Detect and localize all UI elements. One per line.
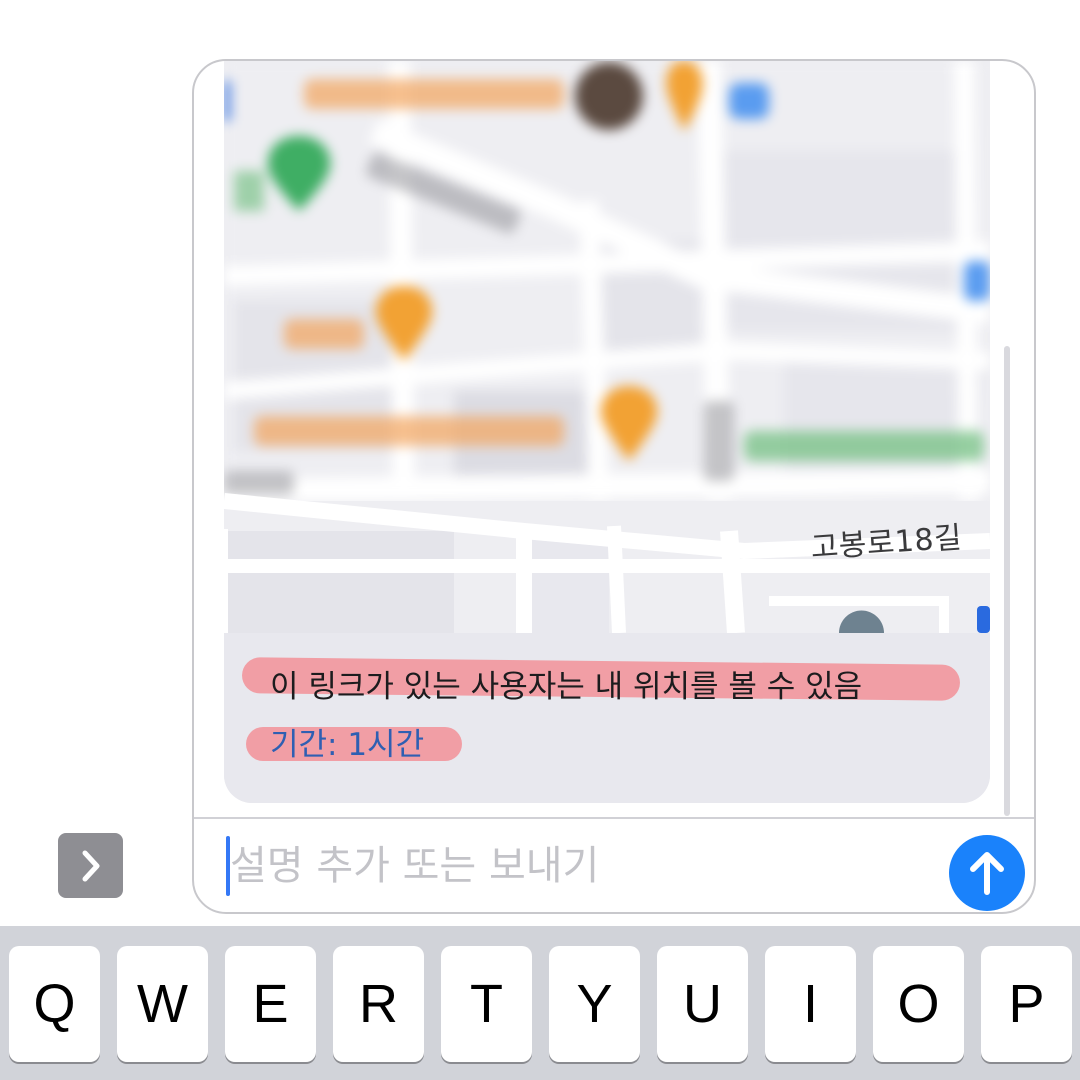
- key-r[interactable]: R: [333, 946, 424, 1062]
- compose-bubble: 고봉로18길 이 링크가 있는 사용자는 내 위치를 볼 수 있음 기간: 1시…: [192, 59, 1036, 914]
- message-input-row: [194, 819, 1034, 912]
- map-preview[interactable]: 고봉로18길: [224, 61, 990, 633]
- location-share-attachment[interactable]: 고봉로18길 이 링크가 있는 사용자는 내 위치를 볼 수 있음 기간: 1시…: [224, 61, 990, 803]
- chevron-right-icon: [82, 850, 99, 881]
- message-input[interactable]: [230, 831, 920, 901]
- share-description-text: 이 링크가 있는 사용자는 내 위치를 볼 수 있음: [270, 669, 863, 705]
- location-share-caption: 이 링크가 있는 사용자는 내 위치를 볼 수 있음 기간: 1시간: [224, 633, 990, 803]
- keyboard: Q W E R T Y U I O P: [0, 926, 1080, 1080]
- key-q[interactable]: Q: [9, 946, 100, 1062]
- key-i[interactable]: I: [765, 946, 856, 1062]
- send-button[interactable]: [949, 835, 1025, 911]
- expand-apps-button[interactable]: [58, 833, 123, 898]
- share-duration-text: 기간: 1시간: [270, 727, 425, 763]
- key-e[interactable]: E: [225, 946, 316, 1062]
- share-description: 이 링크가 있는 사용자는 내 위치를 볼 수 있음: [241, 657, 961, 706]
- compose-scrollbar[interactable]: [1004, 346, 1010, 816]
- key-y[interactable]: Y: [549, 946, 640, 1062]
- key-u[interactable]: U: [657, 946, 748, 1062]
- key-p[interactable]: P: [981, 946, 1072, 1062]
- arrow-up-icon: [970, 852, 1004, 895]
- imessage-compose-screen: 고봉로18길 이 링크가 있는 사용자는 내 위치를 볼 수 있음 기간: 1시…: [0, 0, 1080, 1080]
- key-t[interactable]: T: [441, 946, 532, 1062]
- share-duration: 기간: 1시간: [246, 719, 462, 764]
- key-w[interactable]: W: [117, 946, 208, 1062]
- key-o[interactable]: O: [873, 946, 964, 1062]
